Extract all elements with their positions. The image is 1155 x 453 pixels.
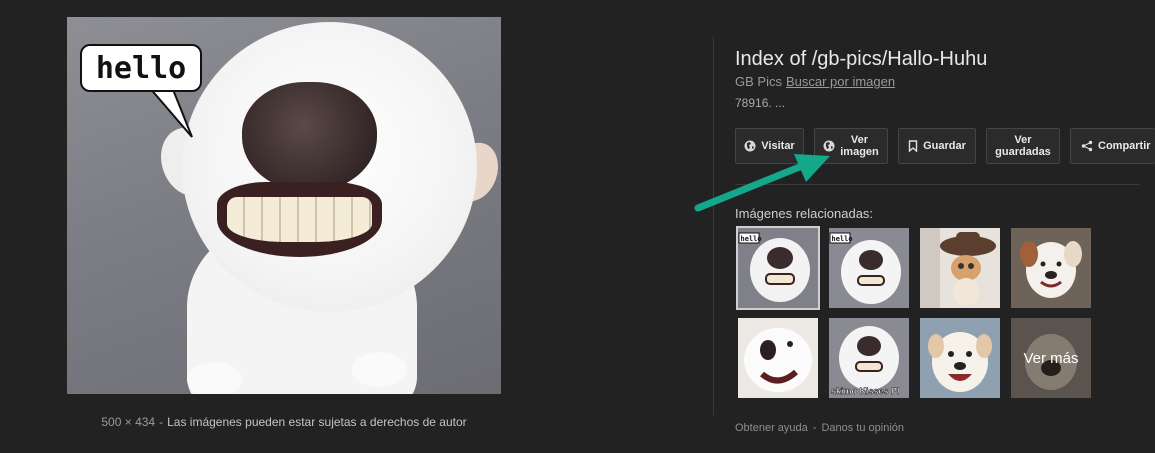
thumb-kisses-text: skimo Kisses Pl — [831, 386, 900, 396]
annotation-arrow-icon — [694, 154, 830, 212]
image-dimensions: 500 × 434 — [101, 415, 156, 429]
feedback-link[interactable]: Danos tu opinión — [821, 422, 904, 434]
help-link[interactable]: Obtener ayuda — [735, 422, 808, 434]
view-saved-label: Ver guardadas — [995, 134, 1051, 158]
thumb-hello-text: hello — [741, 235, 762, 243]
share-button[interactable]: Compartir — [1070, 128, 1155, 164]
related-thumb-2[interactable]: hello — [829, 228, 909, 308]
related-thumb-7[interactable] — [920, 318, 1000, 398]
rights-notice[interactable]: Las imágenes pueden estar sujetas a dere… — [167, 415, 467, 429]
caption-separator: - — [159, 415, 164, 429]
thumb-image-dog-closeup — [738, 318, 818, 398]
thumb-hello-text: hello — [832, 235, 853, 243]
save-label: Guardar — [923, 140, 966, 152]
related-thumb-4[interactable] — [1011, 228, 1091, 308]
speech-bubble: hello — [80, 44, 202, 92]
source-name: GB Pics — [735, 74, 782, 89]
main-image[interactable]: hello — [67, 17, 501, 394]
thumb-image-smiling-dog-kisses: skimo Kisses Pl — [829, 318, 909, 398]
image-caption: 500 × 434- Las imágenes pueden estar suje… — [67, 415, 501, 429]
related-thumb-more[interactable]: Ver más — [1011, 318, 1091, 398]
share-icon — [1081, 140, 1093, 152]
thumb-image-happy-dog — [920, 318, 1000, 398]
view-saved-label-line2: guardadas — [995, 146, 1051, 158]
related-thumb-1[interactable]: hello — [736, 226, 820, 310]
related-thumb-6[interactable]: skimo Kisses Pl — [829, 318, 909, 398]
thumb-image-smiling-dog: hello — [829, 228, 909, 308]
related-thumb-5[interactable] — [738, 318, 818, 398]
related-thumb-3[interactable] — [920, 228, 1000, 308]
footer-separator: - — [812, 422, 817, 434]
thumb-image-smiling-dog: hello — [738, 228, 818, 308]
see-more-label: Ver más — [1011, 318, 1091, 398]
image-description: 78916. ... — [735, 96, 786, 110]
search-by-image-link[interactable]: Buscar por imagen — [786, 74, 895, 89]
view-image-label-line1: Ver — [850, 134, 869, 146]
panel-divider — [713, 37, 714, 415]
view-saved-label-line1: Ver — [1014, 134, 1032, 146]
source-line: GB Pics Buscar por imagen — [735, 74, 895, 89]
thumb-image-dog-portrait — [1011, 228, 1091, 308]
panel-footer: Obtener ayuda - Danos tu opinión — [735, 422, 904, 434]
share-label: Compartir — [1098, 140, 1151, 152]
thumb-image-kitten-hat — [920, 228, 1000, 308]
bookmark-icon — [908, 140, 918, 152]
image-title[interactable]: Index of /gb-pics/Hallo-Huhu — [735, 48, 987, 71]
save-button[interactable]: Guardar — [898, 128, 976, 164]
view-saved-button[interactable]: Ver guardadas — [986, 128, 1060, 164]
